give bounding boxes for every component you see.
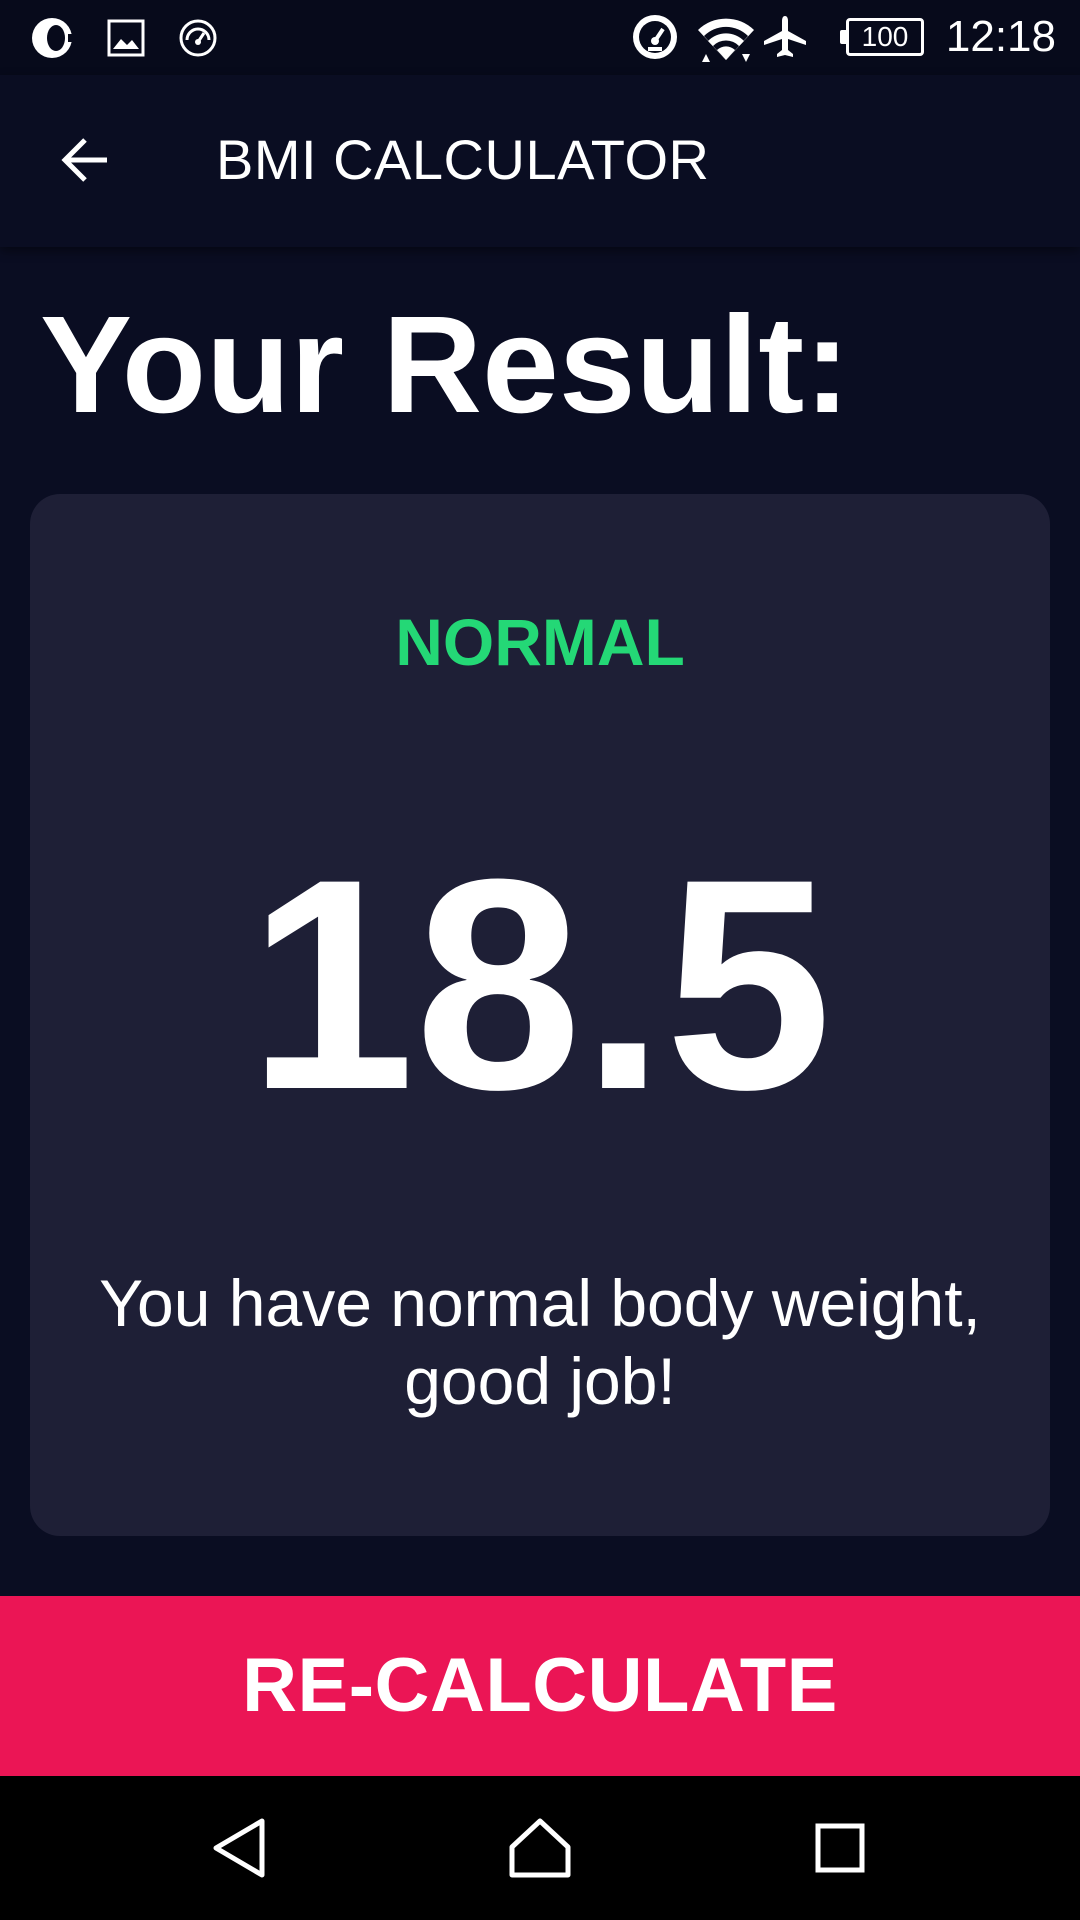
status-time: 12:18 (945, 12, 1056, 61)
status-bar: 100 12:18 (0, 0, 1080, 75)
nav-back-icon (213, 1818, 265, 1878)
speedometer-icon (179, 19, 217, 57)
app-title: BMI CALCULATOR (216, 128, 710, 191)
bmi-value: 18.5 (248, 816, 832, 1152)
battery-icon: 100 (840, 18, 924, 56)
navigation-bar (0, 1776, 1080, 1920)
image-icon (107, 19, 145, 57)
opera-icon (32, 18, 78, 58)
page-title: Your Result: (40, 288, 851, 442)
nav-home-icon (509, 1818, 571, 1878)
nav-back-button[interactable] (190, 1798, 290, 1898)
back-button[interactable] (40, 115, 130, 205)
data-saver-icon (633, 15, 677, 59)
bmi-interpretation: You have normal body weight, good job! (99, 1266, 981, 1418)
arrow-back-icon (61, 138, 107, 182)
nav-recents-button[interactable] (790, 1798, 890, 1898)
result-card: NORMAL 18.5 You have normal body weight,… (30, 494, 1050, 1536)
wifi-icon (698, 18, 754, 62)
app-bar: BMI CALCULATOR (0, 75, 1080, 247)
battery-level: 100 (861, 21, 909, 52)
nav-home-button[interactable] (490, 1798, 590, 1898)
bmi-status-label: NORMAL (395, 605, 685, 679)
nav-recents-icon (815, 1823, 865, 1873)
recalculate-label: RE-CALCULATE (242, 1643, 838, 1728)
recalculate-button[interactable]: RE-CALCULATE (0, 1596, 1080, 1776)
airplane-icon (764, 16, 806, 57)
